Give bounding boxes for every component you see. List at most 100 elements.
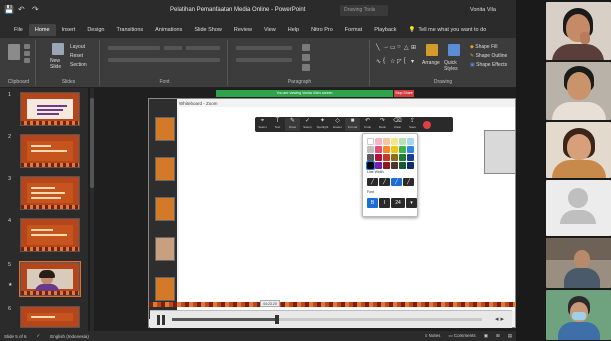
format-tool[interactable]: ■ Format <box>345 118 360 131</box>
save-icon[interactable]: 💾 <box>4 6 14 14</box>
bracket-shape-icon[interactable]: [ <box>404 58 410 71</box>
close-annotation-button[interactable] <box>423 121 431 129</box>
tab-transitions[interactable]: Transitions <box>110 24 149 36</box>
tab-animations[interactable]: Animations <box>149 24 188 36</box>
color-swatch[interactable] <box>383 146 390 153</box>
shapes-gallery[interactable]: ╲ → ▭ ○ △ ⊞ ∿ { ☆ ◸ [ ▾ <box>376 44 420 70</box>
color-swatch[interactable] <box>407 154 414 161</box>
save-tool[interactable]: ⇪ Save <box>405 118 420 131</box>
spotlight-tool[interactable]: ✦ Spotlight <box>315 118 330 131</box>
slide-preview[interactable] <box>20 176 80 210</box>
slide-thumb-2[interactable]: 2 <box>0 134 88 174</box>
tab-help[interactable]: Help <box>282 24 305 36</box>
text-tool[interactable]: T Text <box>270 118 285 131</box>
language-indicator[interactable]: English (Indonesia) <box>50 334 89 339</box>
redo-tool[interactable]: ↷ Redo <box>375 118 390 131</box>
reading-view-icon[interactable]: ▤ <box>508 333 512 339</box>
paste-icon[interactable] <box>8 44 20 60</box>
participant-video-3[interactable] <box>546 122 611 178</box>
arrow-shape-icon[interactable]: → <box>383 44 389 57</box>
whiteboard-canvas[interactable] <box>179 107 515 311</box>
new-slide-icon[interactable] <box>52 43 64 55</box>
font-size-select[interactable]: 24 <box>391 198 405 208</box>
color-swatch[interactable] <box>407 162 414 169</box>
pause-icon[interactable] <box>156 315 166 325</box>
undo-icon[interactable]: ↶ <box>18 6 26 14</box>
smartart-icon[interactable] <box>302 64 310 71</box>
color-swatch[interactable] <box>367 154 374 161</box>
italic-button[interactable]: I <box>379 198 390 208</box>
font-size-dropdown-icon[interactable]: ▾ <box>406 198 417 208</box>
tab-slide-show[interactable]: Slide Show <box>188 24 228 36</box>
skip-back-icon[interactable]: ◂ <box>495 316 499 323</box>
more-shapes-icon[interactable]: ▾ <box>411 58 417 71</box>
color-swatch[interactable] <box>366 161 375 170</box>
color-swatch[interactable] <box>375 162 382 169</box>
color-swatch[interactable] <box>375 138 382 145</box>
tab-nitro-pro[interactable]: Nitro Pro <box>305 24 339 36</box>
oval-shape-icon[interactable]: ○ <box>397 44 403 57</box>
bold-button[interactable]: B <box>367 198 378 208</box>
normal-view-icon[interactable]: ▣ <box>484 333 488 339</box>
slide-preview[interactable] <box>19 261 81 297</box>
triangle-shape-icon[interactable]: △ <box>404 44 410 57</box>
color-swatch[interactable] <box>367 146 374 153</box>
slide-preview[interactable] <box>20 92 80 126</box>
quick-styles-icon[interactable] <box>448 44 460 56</box>
shape-fill-button[interactable]: ◆ Shape Fill <box>470 44 497 50</box>
font-format-row[interactable] <box>108 58 220 62</box>
line-width-thin[interactable]: ╱ <box>367 178 378 186</box>
reset-button[interactable]: Reset <box>70 53 83 59</box>
playback-progress[interactable] <box>172 315 482 324</box>
tab-insert[interactable]: Insert <box>56 24 82 36</box>
quick-styles-button[interactable]: Quick Styles <box>444 60 466 72</box>
line-width-thick[interactable]: ╱ <box>391 178 402 186</box>
tab-playback[interactable]: Playback <box>368 24 402 36</box>
skip-controls[interactable]: ◂ ▸ <box>495 315 504 323</box>
clear-tool[interactable]: ⌫ Clear <box>390 118 405 131</box>
progress-knob[interactable] <box>275 315 280 324</box>
participant-video-6[interactable] <box>546 290 611 340</box>
participant-video-2[interactable] <box>546 62 611 120</box>
redo-icon[interactable]: ↷ <box>32 6 40 14</box>
slide-thumb-4[interactable]: 4 <box>0 218 88 258</box>
color-swatch[interactable] <box>391 146 398 153</box>
color-swatch[interactable] <box>391 138 398 145</box>
grow-shrink-font[interactable] <box>186 46 220 50</box>
color-swatch[interactable] <box>367 138 374 145</box>
draw-tool[interactable]: ✎ Draw <box>285 118 300 131</box>
new-slide-button[interactable]: New Slide <box>50 58 66 70</box>
tab-design[interactable]: Design <box>81 24 110 36</box>
slide-preview[interactable] <box>20 218 80 252</box>
slide-sorter-icon[interactable]: ⊞ <box>496 333 500 339</box>
arrange-button[interactable]: Arrange <box>422 60 440 66</box>
slide-thumb-3[interactable]: 3 <box>0 176 88 216</box>
tab-review[interactable]: Review <box>228 24 258 36</box>
font-name-box[interactable] <box>108 46 160 50</box>
color-swatch[interactable] <box>383 138 390 145</box>
textbox-shape-icon[interactable]: ⊞ <box>411 44 417 57</box>
slide-thumb-5[interactable]: 5 ★ <box>0 261 88 302</box>
copy-icon[interactable] <box>24 51 30 56</box>
arrange-icon[interactable] <box>426 44 438 56</box>
tab-view[interactable]: View <box>258 24 282 36</box>
section-button[interactable]: Section <box>70 62 87 68</box>
shape-effects-button[interactable]: ▣ Shape Effects <box>470 62 507 68</box>
layout-button[interactable]: Layout <box>70 44 85 50</box>
star-shape-icon[interactable]: ☆ <box>390 58 396 71</box>
list-buttons[interactable] <box>236 46 292 50</box>
line-width-medium[interactable]: ╱ <box>379 178 390 186</box>
participant-video-5[interactable] <box>546 238 611 288</box>
skip-forward-icon[interactable]: ▸ <box>500 316 504 323</box>
color-swatch[interactable] <box>399 162 406 169</box>
align-buttons[interactable] <box>236 58 292 62</box>
color-swatch[interactable] <box>399 146 406 153</box>
slide-thumb-1[interactable]: 1 <box>0 92 88 132</box>
cut-icon[interactable] <box>24 44 30 49</box>
stop-share-button[interactable]: Stop Share <box>394 90 414 97</box>
stamp-tool[interactable]: ✓ Stamp <box>300 118 315 131</box>
color-swatch[interactable] <box>407 146 414 153</box>
text-direction-icon[interactable] <box>302 44 310 51</box>
spellcheck-icon[interactable]: ✓ <box>37 333 41 339</box>
select-tool[interactable]: ⌖ Select <box>255 118 270 131</box>
